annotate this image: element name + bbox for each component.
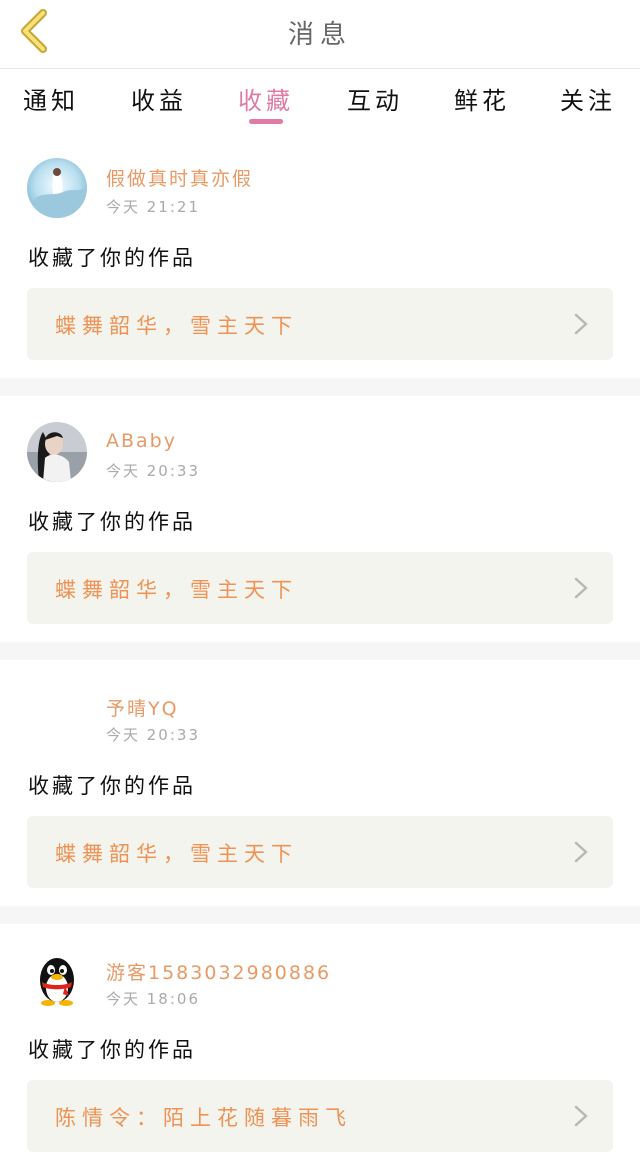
work-title: 蝶舞韶华，雪主天下 bbox=[55, 314, 298, 338]
action-text: 收藏了你的作品 bbox=[28, 510, 196, 534]
timestamp: 今天 21:21 bbox=[106, 198, 200, 216]
tab-interactions[interactable]: 互动 bbox=[330, 81, 420, 116]
action-text: 收藏了你的作品 bbox=[28, 246, 196, 270]
avatar[interactable] bbox=[27, 158, 87, 218]
user-name[interactable]: 游客1583032980886 bbox=[106, 958, 331, 985]
penguin-icon bbox=[40, 958, 74, 1006]
message-card: ABaby 今天 20:33 收藏了你的作品 蝶舞韶华，雪主天下 bbox=[0, 396, 640, 642]
divider bbox=[0, 378, 640, 396]
message-card: 游客1583032980886 今天 18:06 收藏了你的作品 陈情令：陌上花… bbox=[0, 924, 640, 1170]
tab-earnings[interactable]: 收益 bbox=[114, 81, 204, 116]
work-title: 蝶舞韶华，雪主天下 bbox=[55, 842, 298, 866]
action-text: 收藏了你的作品 bbox=[28, 1038, 196, 1062]
work-link[interactable]: 蝶舞韶华，雪主天下 bbox=[27, 288, 613, 360]
divider bbox=[0, 906, 640, 924]
work-link[interactable]: 陈情令：陌上花随暮雨飞 bbox=[27, 1080, 613, 1152]
message-card: 予晴YQ 今天 20:33 收藏了你的作品 蝶舞韶华，雪主天下 bbox=[0, 660, 640, 906]
timestamp: 今天 18:06 bbox=[106, 990, 200, 1008]
tab-bar: 通知 收益 收藏 互动 鲜花 关注 bbox=[0, 69, 640, 129]
timestamp: 今天 20:33 bbox=[106, 726, 200, 744]
chevron-right-icon bbox=[574, 313, 588, 335]
tab-favorites[interactable]: 收藏 bbox=[221, 81, 311, 116]
chevron-right-icon bbox=[574, 577, 588, 599]
work-link[interactable]: 蝶舞韶华，雪主天下 bbox=[27, 552, 613, 624]
tab-following[interactable]: 关注 bbox=[543, 81, 633, 116]
top-bar: 消息 bbox=[0, 0, 640, 69]
user-name[interactable]: 假做真时真亦假 bbox=[106, 164, 253, 191]
action-text: 收藏了你的作品 bbox=[28, 774, 196, 798]
chevron-right-icon bbox=[574, 841, 588, 863]
tab-notifications[interactable]: 通知 bbox=[6, 81, 96, 116]
chevron-right-icon bbox=[574, 1105, 588, 1127]
message-card: 假做真时真亦假 今天 21:21 收藏了你的作品 蝶舞韶华，雪主天下 bbox=[0, 130, 640, 378]
tab-flowers[interactable]: 鲜花 bbox=[437, 81, 527, 116]
active-tab-indicator bbox=[249, 119, 283, 124]
divider bbox=[0, 642, 640, 660]
user-name[interactable]: ABaby bbox=[106, 430, 177, 452]
avatar[interactable] bbox=[27, 422, 87, 482]
page-title: 消息 bbox=[287, 20, 352, 50]
work-title: 蝶舞韶华，雪主天下 bbox=[55, 578, 298, 602]
user-name[interactable]: 予晴YQ bbox=[106, 694, 179, 721]
timestamp: 今天 20:33 bbox=[106, 462, 200, 480]
avatar[interactable] bbox=[27, 950, 87, 1010]
work-title: 陈情令：陌上花随暮雨飞 bbox=[55, 1106, 352, 1130]
work-link[interactable]: 蝶舞韶华，雪主天下 bbox=[27, 816, 613, 888]
avatar[interactable] bbox=[27, 686, 87, 746]
